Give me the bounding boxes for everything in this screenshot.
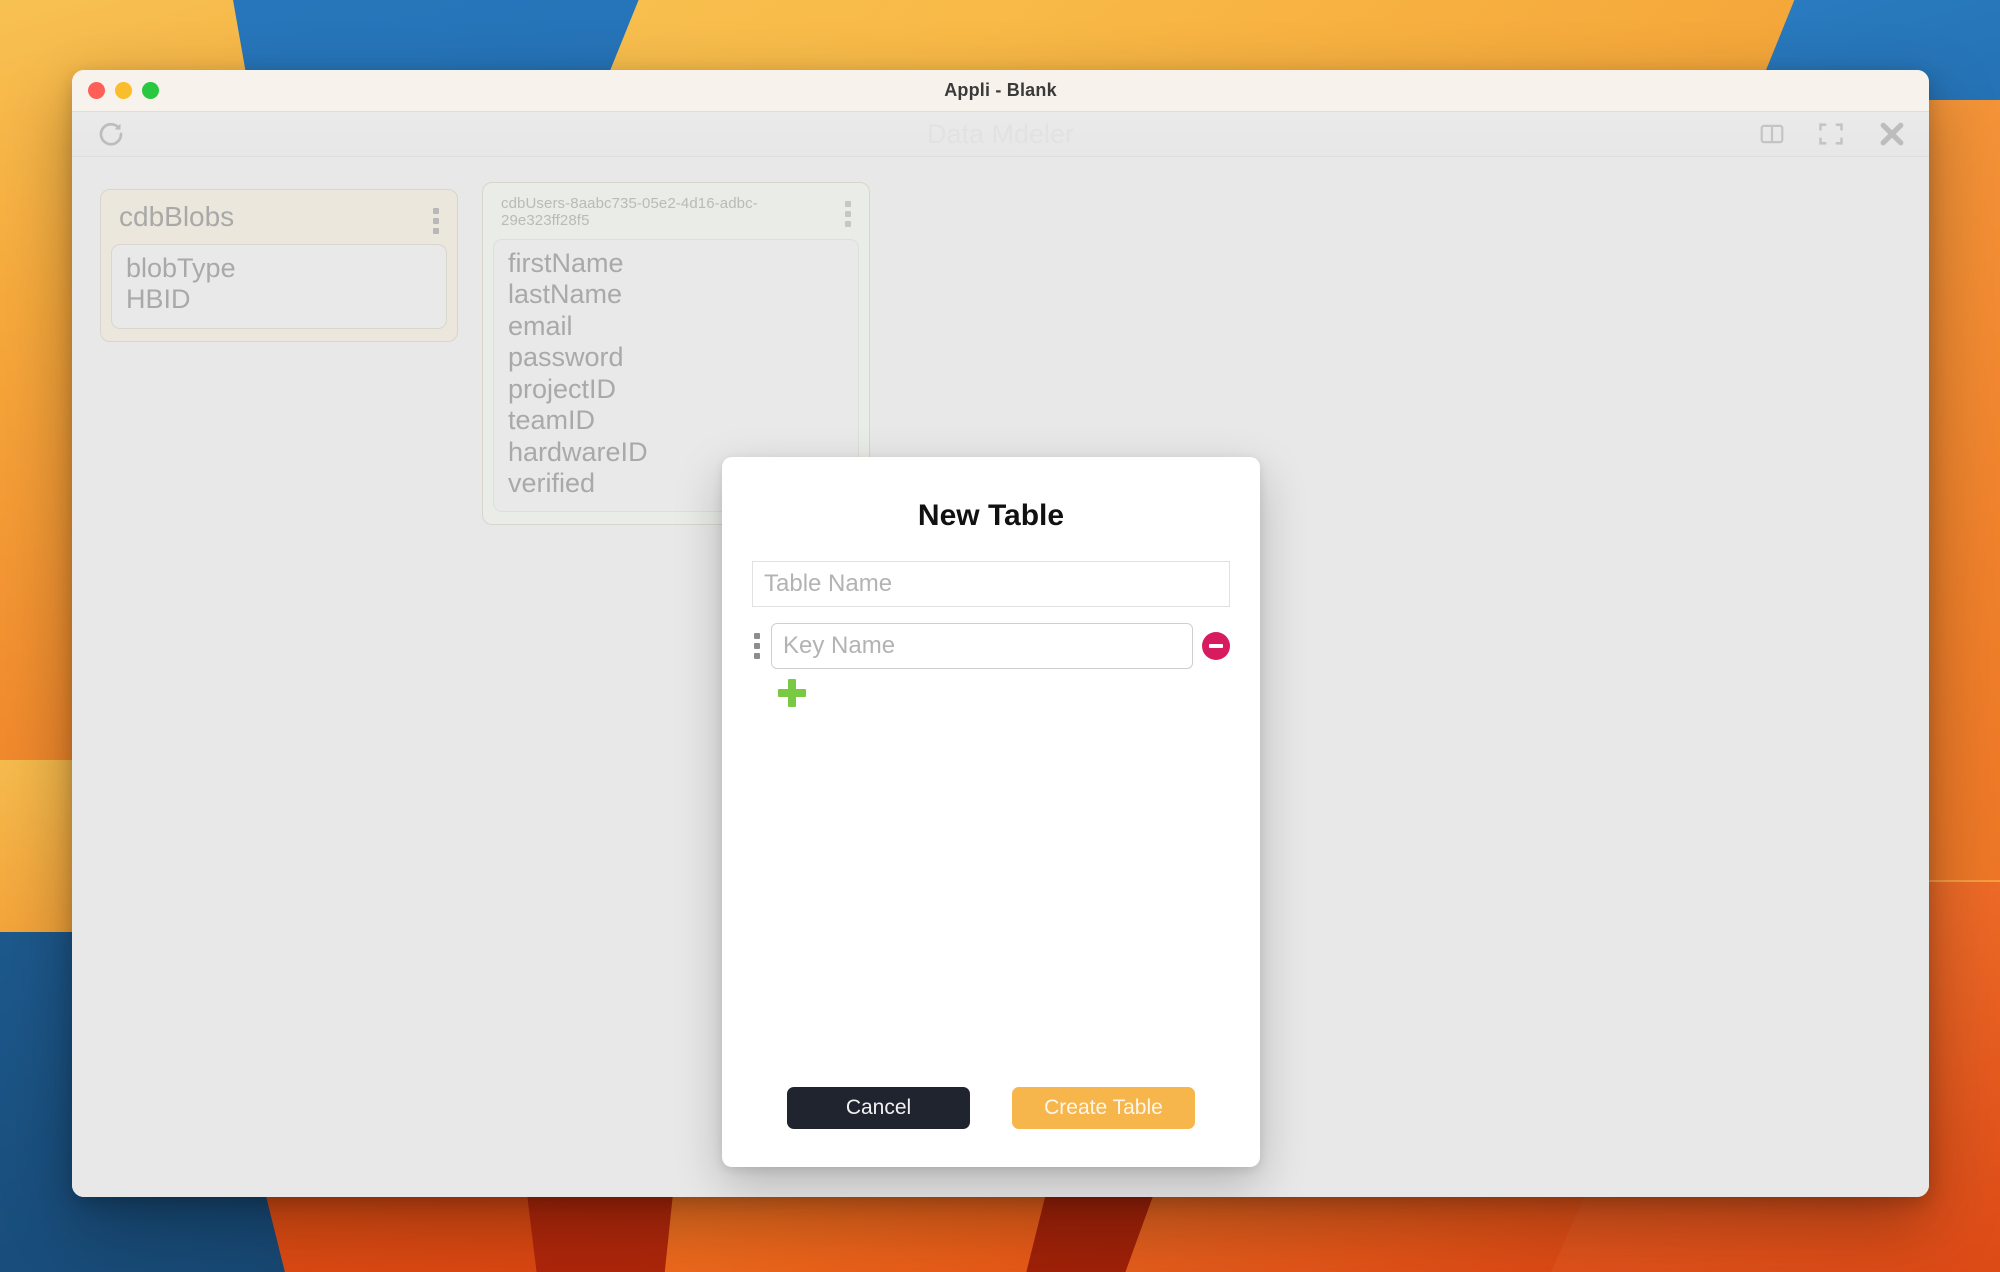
kebab-menu-icon[interactable] [423,202,443,234]
table-card-header: cdbBlobs [111,198,447,244]
data-model-canvas[interactable]: cdbBlobs blobType HBID cdbUsers-8aabc735… [72,157,1929,1197]
split-view-button[interactable] [1759,121,1785,147]
zoom-window-button[interactable] [142,82,159,99]
fullscreen-icon [1819,123,1843,145]
desktop-wallpaper: Appli - Blank Data Mdeler cdbBlobs blobT… [0,0,2000,1272]
table-card-title: cdbBlobs [119,201,235,232]
close-app-button[interactable] [1877,119,1907,149]
table-card-header: cdbUsers-8aabc735-05e2-4d16-adbc-29e323f… [493,191,859,239]
minimize-window-button[interactable] [115,82,132,99]
add-key-button[interactable] [778,679,806,707]
table-field: HBID [126,284,191,315]
key-row [752,623,1230,669]
remove-key-button[interactable] [1202,632,1230,660]
window-titlebar: Appli - Blank [72,70,1929,112]
traffic-lights [88,82,159,99]
app-window: Appli - Blank Data Mdeler cdbBlobs blobT… [72,70,1929,1197]
toolbar-title: Data Mdeler [926,118,1075,149]
app-toolbar: Data Mdeler [72,112,1929,157]
drag-handle-icon[interactable] [752,631,762,661]
key-name-input[interactable] [771,623,1193,669]
table-card-cdbblobs[interactable]: cdbBlobs blobType HBID [100,189,458,342]
table-field: lastName [508,279,623,310]
dialog-title: New Table [917,499,1065,532]
dialog-actions: Cancel Create Table [752,1087,1230,1137]
table-field: password [508,342,624,373]
cancel-button[interactable]: Cancel [787,1087,970,1129]
table-field: blobType [126,253,236,283]
close-icon [1880,122,1904,146]
refresh-icon [99,122,123,146]
create-table-button[interactable]: Create Table [1012,1087,1195,1129]
kebab-menu-icon[interactable] [835,195,855,227]
table-field-list: blobType HBID [111,244,447,329]
table-field: teamID [508,405,596,436]
close-window-button[interactable] [88,82,105,99]
split-view-icon [1760,124,1784,144]
toolbar-actions [1759,119,1907,149]
table-card-title: cdbUsers-8aabc735-05e2-4d16-adbc-29e323f… [501,195,758,229]
table-name-input[interactable] [752,561,1230,607]
minus-circle-icon [1209,644,1223,648]
table-field: projectID [508,373,617,404]
window-title: Appli - Blank [944,80,1057,100]
refresh-button[interactable] [94,117,128,151]
table-field: firstName [508,248,624,278]
fullscreen-button[interactable] [1817,120,1845,148]
new-table-dialog: New Table Cancel Create Table [722,457,1260,1167]
table-field: email [508,310,573,341]
dialog-spacer [752,707,1230,1087]
